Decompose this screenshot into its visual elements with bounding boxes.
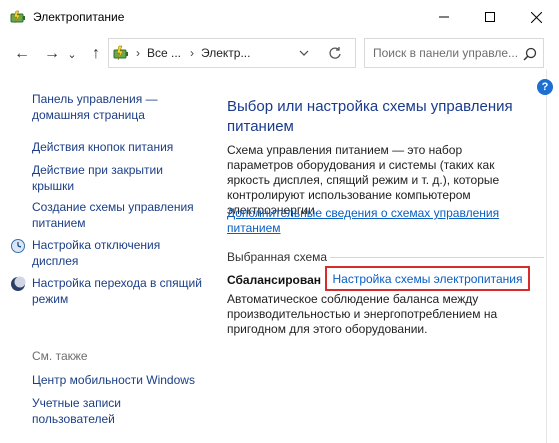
sidebar-item-power-buttons[interactable]: Действия кнопок питания [32, 139, 202, 155]
breadcrumb-item-power[interactable]: Электр... [201, 46, 250, 60]
sleep-moon-icon [10, 276, 26, 292]
change-plan-settings-link[interactable]: Настройка схемы электропитания [325, 266, 530, 291]
search-icon [523, 47, 537, 61]
up-arrow-icon: ↑ [92, 45, 100, 62]
scheme-name: Сбалансирован [227, 273, 321, 287]
refresh-button[interactable] [320, 41, 350, 65]
window-title: Электропитание [33, 10, 125, 24]
breadcrumb-separator: › [190, 46, 194, 60]
help-icon[interactable]: ? [537, 79, 553, 95]
more-info-link[interactable]: Дополнительные сведения о схемах управле… [227, 206, 527, 236]
display-timeout-icon [10, 238, 26, 254]
forward-arrow-icon: → [44, 45, 60, 62]
scrollbar-track[interactable] [546, 70, 559, 443]
selected-scheme-header: Выбранная схема [227, 250, 328, 264]
power-options-icon [10, 10, 26, 24]
back-arrow-icon: ← [14, 45, 30, 62]
see-also-label: См. также [32, 349, 88, 363]
forward-button[interactable]: → [40, 42, 64, 66]
section-divider [330, 257, 544, 258]
see-also-user-accounts[interactable]: Учетные записи пользователей [32, 395, 152, 427]
minimize-button[interactable] [421, 0, 467, 34]
up-button[interactable]: ↑ [84, 42, 108, 66]
sidebar-item-lid-close[interactable]: Действие при закрытии крышки [32, 162, 202, 194]
back-button[interactable]: ← [10, 42, 34, 66]
see-also-mobility-center[interactable]: Центр мобильности Windows [32, 372, 202, 388]
sidebar-item-sleep[interactable]: Настройка перехода в спящий режим [32, 275, 202, 307]
sidebar-item-create-plan[interactable]: Создание схемы управления питанием [32, 199, 202, 231]
chevron-down-icon: ⌄ [67, 48, 77, 61]
scheme-description: Автоматическое соблюдение баланса между … [227, 292, 498, 336]
page-title: Выбор или настройка схемы управления пит… [227, 98, 513, 135]
title-bar: Электропитание [0, 0, 559, 34]
address-bar[interactable]: › Все ... › Электр... [108, 38, 356, 68]
sidebar-home-link[interactable]: Панель управления — домашняя страница [32, 91, 202, 123]
search-input[interactable]: Поиск в панели управле... [373, 46, 518, 60]
close-button[interactable] [513, 0, 559, 34]
sidebar-item-display-off[interactable]: Настройка отключения дисплея [32, 237, 202, 269]
breadcrumb-separator: › [136, 46, 140, 60]
maximize-button[interactable] [467, 0, 513, 34]
power-options-icon [113, 45, 130, 61]
refresh-icon [329, 47, 341, 59]
address-history-button[interactable] [295, 46, 313, 60]
breadcrumb-item-all[interactable]: Все ... [147, 46, 181, 60]
search-box[interactable]: Поиск в панели управле... [364, 38, 544, 68]
recent-locations-button[interactable]: ⌄ [64, 42, 80, 66]
